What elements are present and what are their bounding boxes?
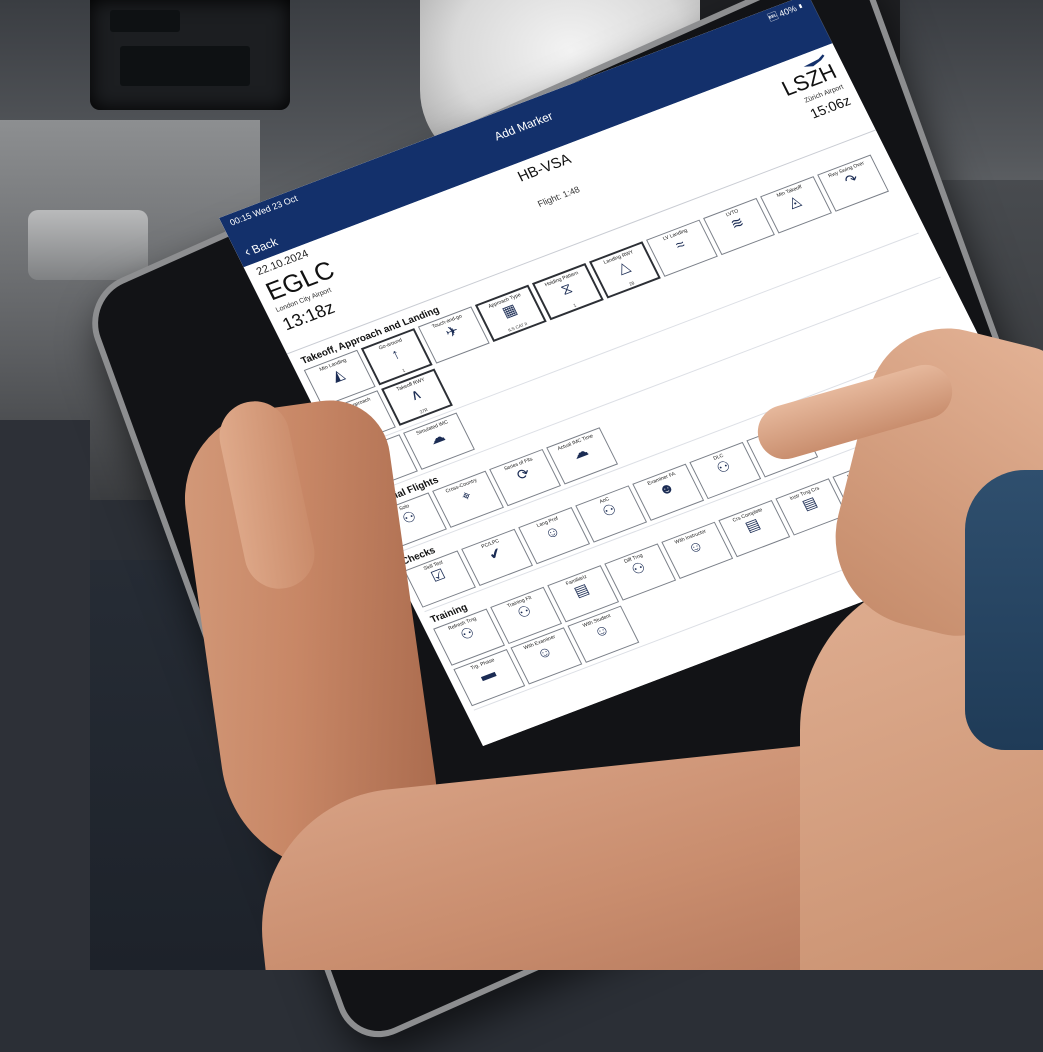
instrument-display [110, 10, 180, 32]
seat-edge [0, 420, 90, 970]
throttle-knob [28, 210, 148, 280]
instrument-display [120, 46, 250, 86]
cockpit-instrument [90, 0, 290, 110]
back-label: Back [249, 234, 280, 257]
home-button[interactable] [706, 826, 758, 881]
